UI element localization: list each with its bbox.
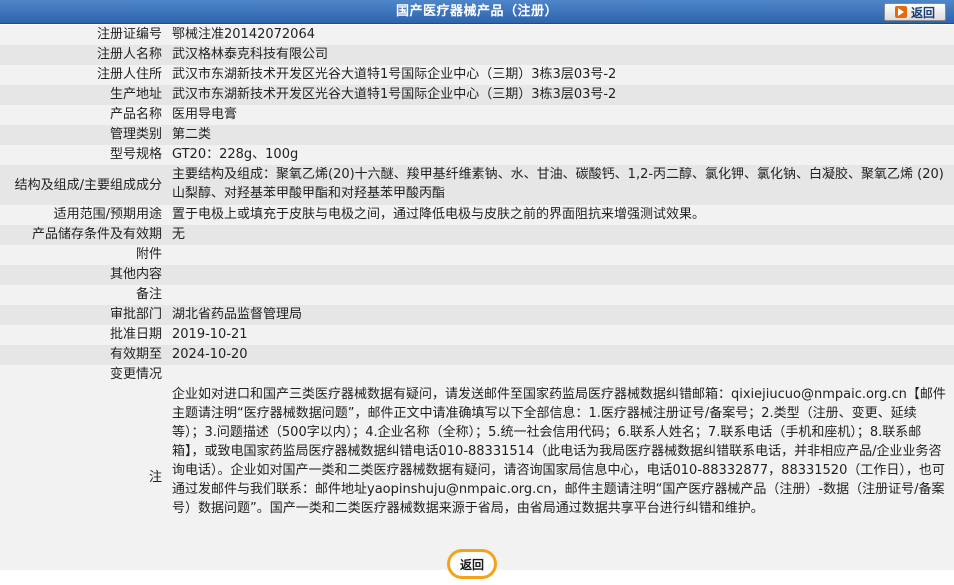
arrow-right-icon — [894, 6, 907, 18]
note-label: 注 — [0, 385, 166, 570]
field-label: 备注 — [0, 285, 166, 305]
field-value: GT20：228g、100g — [166, 145, 954, 165]
field-value: 第二类 — [166, 125, 954, 145]
field-label: 结构及组成/主要组成成分 — [0, 165, 166, 205]
field-label: 变更情况 — [0, 365, 166, 385]
field-label: 注册人名称 — [0, 45, 166, 65]
field-value — [166, 365, 954, 385]
field-value: 无 — [166, 225, 954, 245]
row-storage-validity: 产品储存条件及有效期 无 — [0, 225, 954, 245]
field-label: 生产地址 — [0, 85, 166, 105]
row-intended-use: 适用范围/预期用途 置于电极上或填充于皮肤与电极之间，通过降低电极与皮肤之前的界… — [0, 205, 954, 225]
back-button-label: 返回 — [910, 5, 935, 20]
field-value — [166, 265, 954, 285]
field-value — [166, 285, 954, 305]
field-value: 湖北省药品监督管理局 — [166, 305, 954, 325]
field-value: 鄂械注准20142072064 — [166, 25, 954, 45]
row-registration-number: 注册证编号 鄂械注准20142072064 — [0, 25, 954, 45]
row-production-address: 生产地址 武汉市东湖新技术开发区光谷大道特1号国际企业中心（三期）3栋3层03号… — [0, 85, 954, 105]
field-value — [166, 245, 954, 265]
field-label: 型号规格 — [0, 145, 166, 165]
row-product-name: 产品名称 医用导电膏 — [0, 105, 954, 125]
field-value: 武汉格林泰克科技有限公司 — [166, 45, 954, 65]
row-registrant-address: 注册人住所 武汉市东湖新技术开发区光谷大道特1号国际企业中心（三期）3栋3层03… — [0, 65, 954, 85]
row-change-history: 变更情况 — [0, 365, 954, 385]
field-label: 批准日期 — [0, 325, 166, 345]
field-label: 产品名称 — [0, 105, 166, 125]
field-label: 审批部门 — [0, 305, 166, 325]
field-label: 有效期至 — [0, 345, 166, 365]
row-approval-date: 批准日期 2019-10-21 — [0, 325, 954, 345]
field-label: 注册人住所 — [0, 65, 166, 85]
row-remarks: 备注 — [0, 285, 954, 305]
field-value: 2024-10-20 — [166, 345, 954, 365]
row-model-spec: 型号规格 GT20：228g、100g — [0, 145, 954, 165]
page-header: 国产医疗器械产品（注册） 返回 — [0, 0, 954, 24]
field-value: 武汉市东湖新技术开发区光谷大道特1号国际企业中心（三期）3栋3层03号-2 — [166, 85, 954, 105]
field-value: 2019-10-21 — [166, 325, 954, 345]
field-value: 武汉市东湖新技术开发区光谷大道特1号国际企业中心（三期）3栋3层03号-2 — [166, 65, 954, 85]
row-attachments: 附件 — [0, 245, 954, 265]
back-button-ring: 返回 — [447, 549, 497, 579]
field-label: 附件 — [0, 245, 166, 265]
field-value: 医用导电膏 — [166, 105, 954, 125]
field-label: 管理类别 — [0, 125, 166, 145]
row-management-class: 管理类别 第二类 — [0, 125, 954, 145]
note-text: 企业如对进口和国产三类医疗器械数据有疑问，请发送邮件至国家药监局医疗器械数据纠错… — [166, 385, 954, 570]
page-title: 国产医疗器械产品（注册） — [395, 4, 558, 19]
field-value: 置于电极上或填充于皮肤与电极之间，通过降低电极与皮肤之前的界面阻抗来增强测试效果… — [166, 205, 954, 225]
row-valid-until: 有效期至 2024-10-20 — [0, 345, 954, 365]
row-structure-composition: 结构及组成/主要组成成分 主要结构及组成：聚氧乙烯(20)十六醚、羧甲基纤维素钠… — [0, 165, 954, 205]
field-label: 其他内容 — [0, 265, 166, 285]
field-label: 注册证编号 — [0, 25, 166, 45]
row-registrant-name: 注册人名称 武汉格林泰克科技有限公司 — [0, 45, 954, 65]
row-other-content: 其他内容 — [0, 265, 954, 285]
row-note: 注 企业如对进口和国产三类医疗器械数据有疑问，请发送邮件至国家药监局医疗器械数据… — [0, 385, 954, 570]
field-label: 产品储存条件及有效期 — [0, 225, 166, 245]
back-button-top[interactable]: 返回 — [884, 3, 946, 21]
back-button-bottom[interactable]: 返回 — [447, 549, 497, 579]
field-value: 主要结构及组成：聚氧乙烯(20)十六醚、羧甲基纤维素钠、水、甘油、碳酸钙、1,2… — [166, 165, 954, 205]
back-button-label: 返回 — [459, 557, 484, 572]
field-label: 适用范围/预期用途 — [0, 205, 166, 225]
registration-info-table: 注册证编号 鄂械注准20142072064 注册人名称 武汉格林泰克科技有限公司… — [0, 25, 954, 570]
row-approval-department: 审批部门 湖北省药品监督管理局 — [0, 305, 954, 325]
